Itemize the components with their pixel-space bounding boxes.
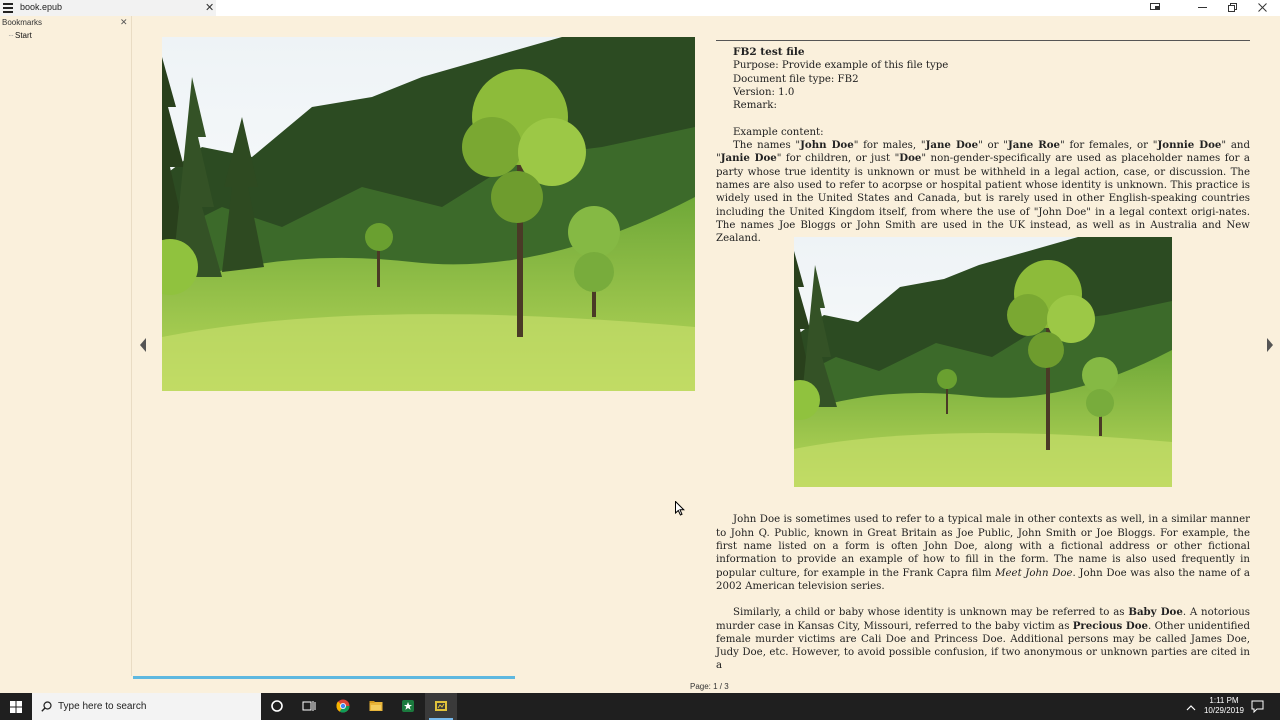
previous-page-icon[interactable] xyxy=(139,337,147,353)
version-line: Version: 1.0 xyxy=(733,86,795,98)
bookmarks-panel: Bookmarks ✕ ··· Start xyxy=(0,16,132,676)
paragraph-baby-doe: Similarly, a child or baby whose identit… xyxy=(716,606,1251,672)
search-icon xyxy=(41,701,52,712)
cortana-icon[interactable] xyxy=(261,693,293,720)
document-metadata: FB2 test file Purpose: Provide example o… xyxy=(716,46,1250,139)
status-bar: Page: 1 / 3 xyxy=(133,680,1280,693)
reader-view[interactable]: FB2 test file Purpose: Provide example o… xyxy=(133,16,1280,676)
section-divider xyxy=(716,40,1250,41)
hamburger-menu-icon[interactable] xyxy=(3,3,13,13)
bookmarks-header: Bookmarks xyxy=(2,18,43,27)
document-tab[interactable]: book.epub ✕ xyxy=(0,0,216,16)
taskbar-search-box[interactable]: Type here to search xyxy=(32,693,261,720)
page-indicator: Page: 1 / 3 xyxy=(690,682,729,691)
next-page-icon[interactable] xyxy=(1266,337,1274,353)
tray-chevron-up-icon[interactable] xyxy=(1186,700,1196,718)
paragraph-names: The names "John Doe" for males, "Jane Do… xyxy=(716,139,1251,245)
chrome-icon[interactable] xyxy=(327,693,359,720)
reader-app-icon[interactable] xyxy=(392,693,424,720)
minimize-icon[interactable] xyxy=(1188,0,1218,16)
taskbar: Type here to search 1:11 PM 10/29/2019 xyxy=(0,693,1280,720)
inline-image xyxy=(794,237,1172,487)
clock-date: 10/29/2019 xyxy=(1203,706,1245,715)
task-view-icon[interactable] xyxy=(293,693,325,720)
example-heading: Example content: xyxy=(733,126,824,138)
system-clock[interactable]: 1:11 PM 10/29/2019 xyxy=(1198,696,1250,716)
bookmark-label: Start xyxy=(15,31,32,40)
clock-time: 1:11 PM xyxy=(1209,696,1239,705)
reading-progress-fill xyxy=(133,676,515,679)
tab-title: book.epub xyxy=(20,2,63,12)
fullscreen-icon[interactable] xyxy=(1140,0,1170,16)
doc-type-line: Document file type: FB2 xyxy=(733,73,859,85)
tree-dots-icon: ··· xyxy=(8,31,14,40)
file-explorer-icon[interactable] xyxy=(360,693,392,720)
close-window-icon[interactable] xyxy=(1248,0,1278,16)
purpose-line: Purpose: Provide example of this file ty… xyxy=(733,60,949,72)
title-bar: book.epub ✕ xyxy=(0,0,1280,16)
tab-close-icon[interactable]: ✕ xyxy=(205,0,214,16)
mouse-cursor-icon xyxy=(675,500,686,516)
notification-icon[interactable] xyxy=(1251,700,1264,718)
cover-image xyxy=(162,37,695,391)
search-placeholder: Type here to search xyxy=(58,701,147,712)
paragraph-john-doe: John Doe is sometimes used to refer to a… xyxy=(716,514,1250,592)
bookmark-item-start[interactable]: ··· Start xyxy=(8,31,32,40)
windows-start-button[interactable] xyxy=(0,693,32,720)
remark-line: Remark: xyxy=(733,100,777,112)
panel-close-icon[interactable]: ✕ xyxy=(120,17,128,28)
ebook-viewer-icon[interactable] xyxy=(425,693,457,720)
document-title: FB2 test file xyxy=(733,46,805,58)
restore-icon[interactable] xyxy=(1218,0,1248,16)
